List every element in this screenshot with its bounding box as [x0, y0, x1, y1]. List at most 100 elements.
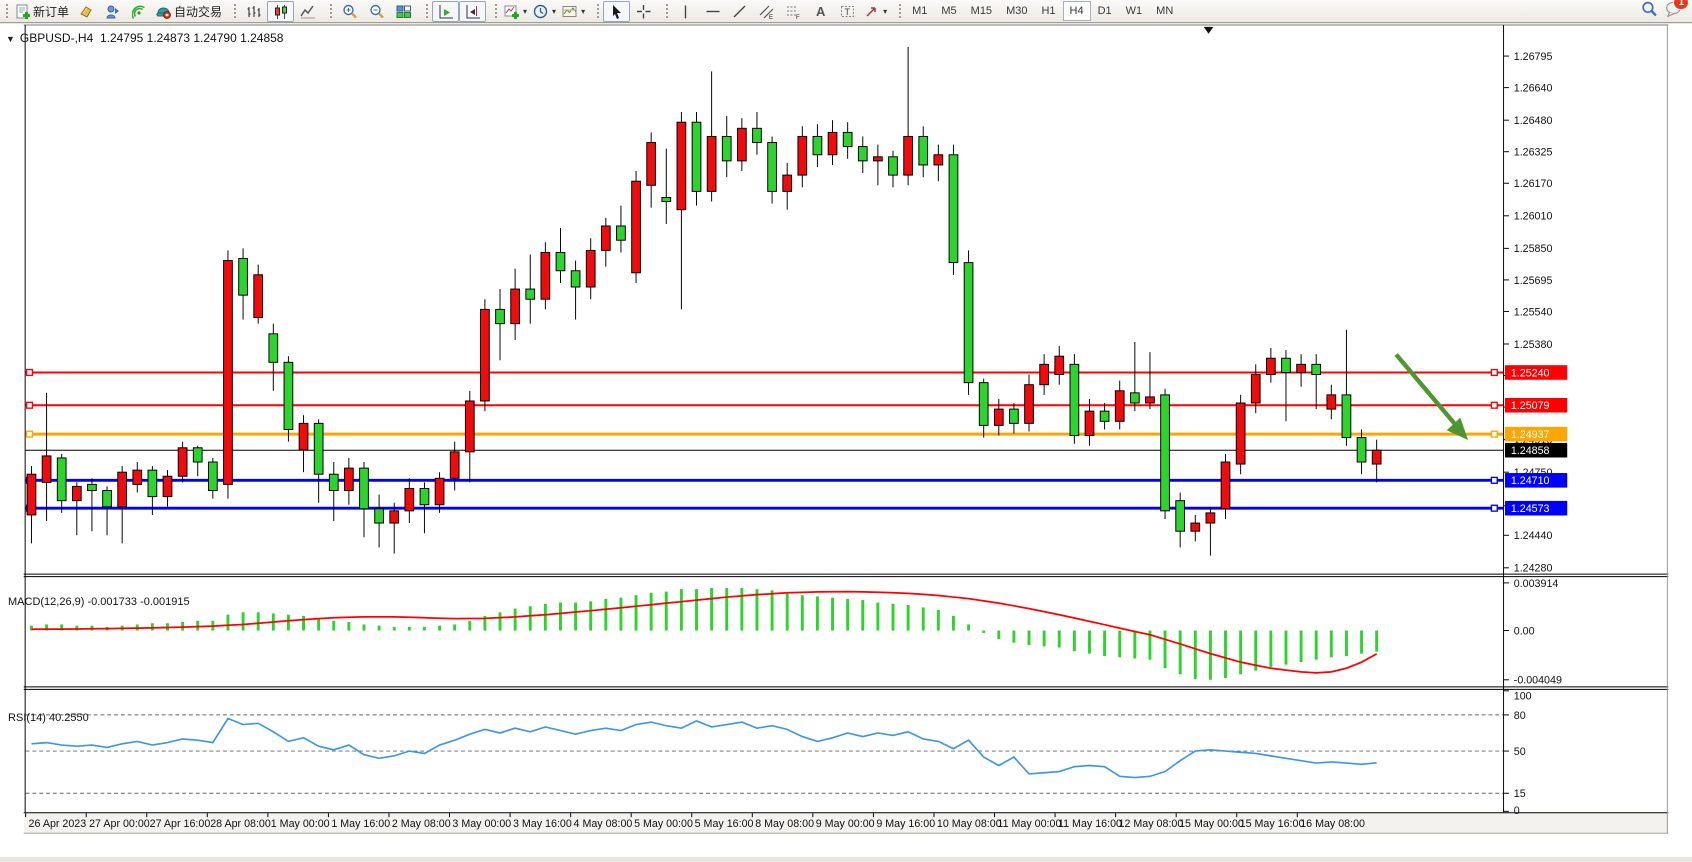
- price-tick-label: 1.25850: [1514, 243, 1553, 255]
- collapse-triangle-icon[interactable]: ▼: [6, 34, 15, 44]
- price-tick-label: 1.25540: [1514, 306, 1553, 318]
- toolbar-grip: [329, 3, 334, 19]
- periods-button[interactable]: ▾: [530, 1, 559, 22]
- trendline-button[interactable]: [726, 1, 753, 22]
- price-tick-label: 1.26795: [1514, 51, 1553, 63]
- clock-icon: [533, 4, 548, 19]
- toolbar-grip: [425, 3, 430, 19]
- time-tick-label: 11 May 16:00: [1058, 818, 1122, 830]
- hline-handle[interactable]: [27, 431, 33, 437]
- tester-icon: [105, 4, 120, 19]
- crosshair-button[interactable]: [630, 1, 657, 22]
- svg-text:1.24858: 1.24858: [1511, 445, 1550, 457]
- timeframe-w1-button[interactable]: W1: [1119, 1, 1150, 21]
- signals-button[interactable]: [126, 1, 153, 22]
- price-tick-label: 1.25380: [1514, 339, 1553, 351]
- zoom-out-button[interactable]: [363, 1, 390, 22]
- zoom-in-icon: [342, 4, 357, 19]
- strategy-tester-button[interactable]: [99, 1, 126, 22]
- price-badge-1.24710: 1.24710: [1505, 473, 1567, 488]
- time-tick-label: 27 Apr 16:00: [150, 818, 211, 830]
- crosshair-icon: [636, 4, 651, 19]
- chart-ohlc-values: 1.24795 1.24873 1.24790 1.24858: [100, 31, 284, 45]
- timeframe-h4-button[interactable]: H4: [1063, 1, 1091, 21]
- time-tick-label: 28 Apr 08:00: [210, 818, 271, 830]
- equidistant-channel-button[interactable]: E: [753, 1, 780, 22]
- autotrading-button[interactable]: 自动交易: [153, 1, 225, 22]
- chart-window[interactable]: 1.267951.266401.264801.263251.261701.260…: [0, 24, 1692, 857]
- toolbar-grip: [898, 3, 903, 19]
- timeframe-m15-button[interactable]: M15: [964, 1, 999, 21]
- timeframe-d1-button[interactable]: D1: [1091, 1, 1119, 21]
- timeframe-h1-button[interactable]: H1: [1034, 1, 1062, 21]
- time-tick-label: 27 Apr 00:00: [89, 818, 150, 830]
- autotrading-icon: [156, 4, 171, 19]
- hline-handle[interactable]: [1491, 477, 1497, 483]
- bar-chart-button[interactable]: [240, 1, 267, 22]
- timeframe-m5-button[interactable]: M5: [934, 1, 963, 21]
- time-tick-label: 5 May 00:00: [634, 818, 693, 830]
- price-badge-1.24937: 1.24937: [1505, 427, 1567, 442]
- search-icon: [1641, 1, 1657, 17]
- notifications-button[interactable]: 1: [1665, 0, 1682, 22]
- hline-handle[interactable]: [1491, 370, 1497, 376]
- chart-symbol-period: GBPUSD-,H4: [20, 31, 93, 45]
- new-order-button[interactable]: 新订单: [12, 1, 72, 22]
- chart-shift-button[interactable]: [459, 1, 486, 22]
- hline-handle[interactable]: [27, 370, 33, 376]
- hline-handle[interactable]: [1491, 505, 1497, 511]
- linechart-icon: [300, 4, 315, 19]
- hline-icon: [705, 4, 720, 19]
- hline-handle[interactable]: [1491, 402, 1497, 408]
- price-tick-label: 1.26010: [1514, 211, 1553, 223]
- toolbar-separator: [657, 2, 663, 20]
- indicators-button[interactable]: ▾: [501, 1, 530, 22]
- line-chart-button[interactable]: [294, 1, 321, 22]
- hline-handle[interactable]: [27, 402, 33, 408]
- timeframe-m1-button[interactable]: M1: [905, 1, 934, 21]
- zoom-in-button[interactable]: [336, 1, 363, 22]
- arrows-button[interactable]: ▾: [861, 1, 890, 22]
- time-tick-label: 1 May 00:00: [271, 818, 330, 830]
- auto-scroll-button[interactable]: [432, 1, 459, 22]
- barchart-icon: [246, 4, 261, 19]
- metaeditor-button[interactable]: [72, 1, 99, 22]
- svg-text:E: E: [769, 15, 773, 19]
- hline-handle[interactable]: [1491, 431, 1497, 437]
- timeframe-mn-button[interactable]: MN: [1149, 1, 1180, 21]
- toolbar-grip: [233, 3, 238, 19]
- price-tick-label: 1.24440: [1514, 530, 1553, 542]
- metaeditor-icon: [78, 4, 93, 19]
- channel-icon: E: [759, 4, 774, 19]
- signals-icon: [132, 4, 147, 19]
- templates-button[interactable]: ▾: [559, 1, 588, 22]
- chevron-down-icon: ▾: [552, 7, 556, 16]
- search-button[interactable]: [1641, 1, 1657, 22]
- horizontal-line-button[interactable]: [699, 1, 726, 22]
- text-button[interactable]: A: [807, 1, 834, 22]
- timeframe-m30-button[interactable]: M30: [999, 1, 1034, 21]
- time-tick-label: 8 May 08:00: [755, 818, 814, 830]
- macd-axis-label: 0.00: [1514, 625, 1535, 637]
- indicators-icon: [504, 4, 519, 19]
- cursor-button[interactable]: [603, 1, 630, 22]
- text-label-button[interactable]: T: [834, 1, 861, 22]
- fibonacci-button[interactable]: F: [780, 1, 807, 22]
- price-chart[interactable]: 1.267951.266401.264801.263251.261701.260…: [0, 24, 1692, 857]
- svg-text:1.24573: 1.24573: [1511, 503, 1550, 515]
- price-tick-label: 1.26325: [1514, 147, 1553, 159]
- toolbar-separator: [486, 2, 492, 20]
- autotrading-label: 自动交易: [174, 3, 222, 20]
- arrows-icon: [864, 4, 879, 19]
- candlestick-chart-button[interactable]: [267, 1, 294, 22]
- toolbar-separator: [417, 2, 423, 20]
- time-tick-label: 2 May 08:00: [392, 818, 451, 830]
- time-tick-label: 9 May 00:00: [816, 818, 875, 830]
- price-badge-1.25079: 1.25079: [1505, 398, 1567, 413]
- time-tick-label: 26 Apr 2023: [29, 818, 87, 830]
- tile-windows-button[interactable]: [390, 1, 417, 22]
- autoscroll-icon: [438, 4, 453, 19]
- vertical-line-button[interactable]: [672, 1, 699, 22]
- time-tick-label: 5 May 16:00: [695, 818, 754, 830]
- text-icon: A: [813, 4, 828, 19]
